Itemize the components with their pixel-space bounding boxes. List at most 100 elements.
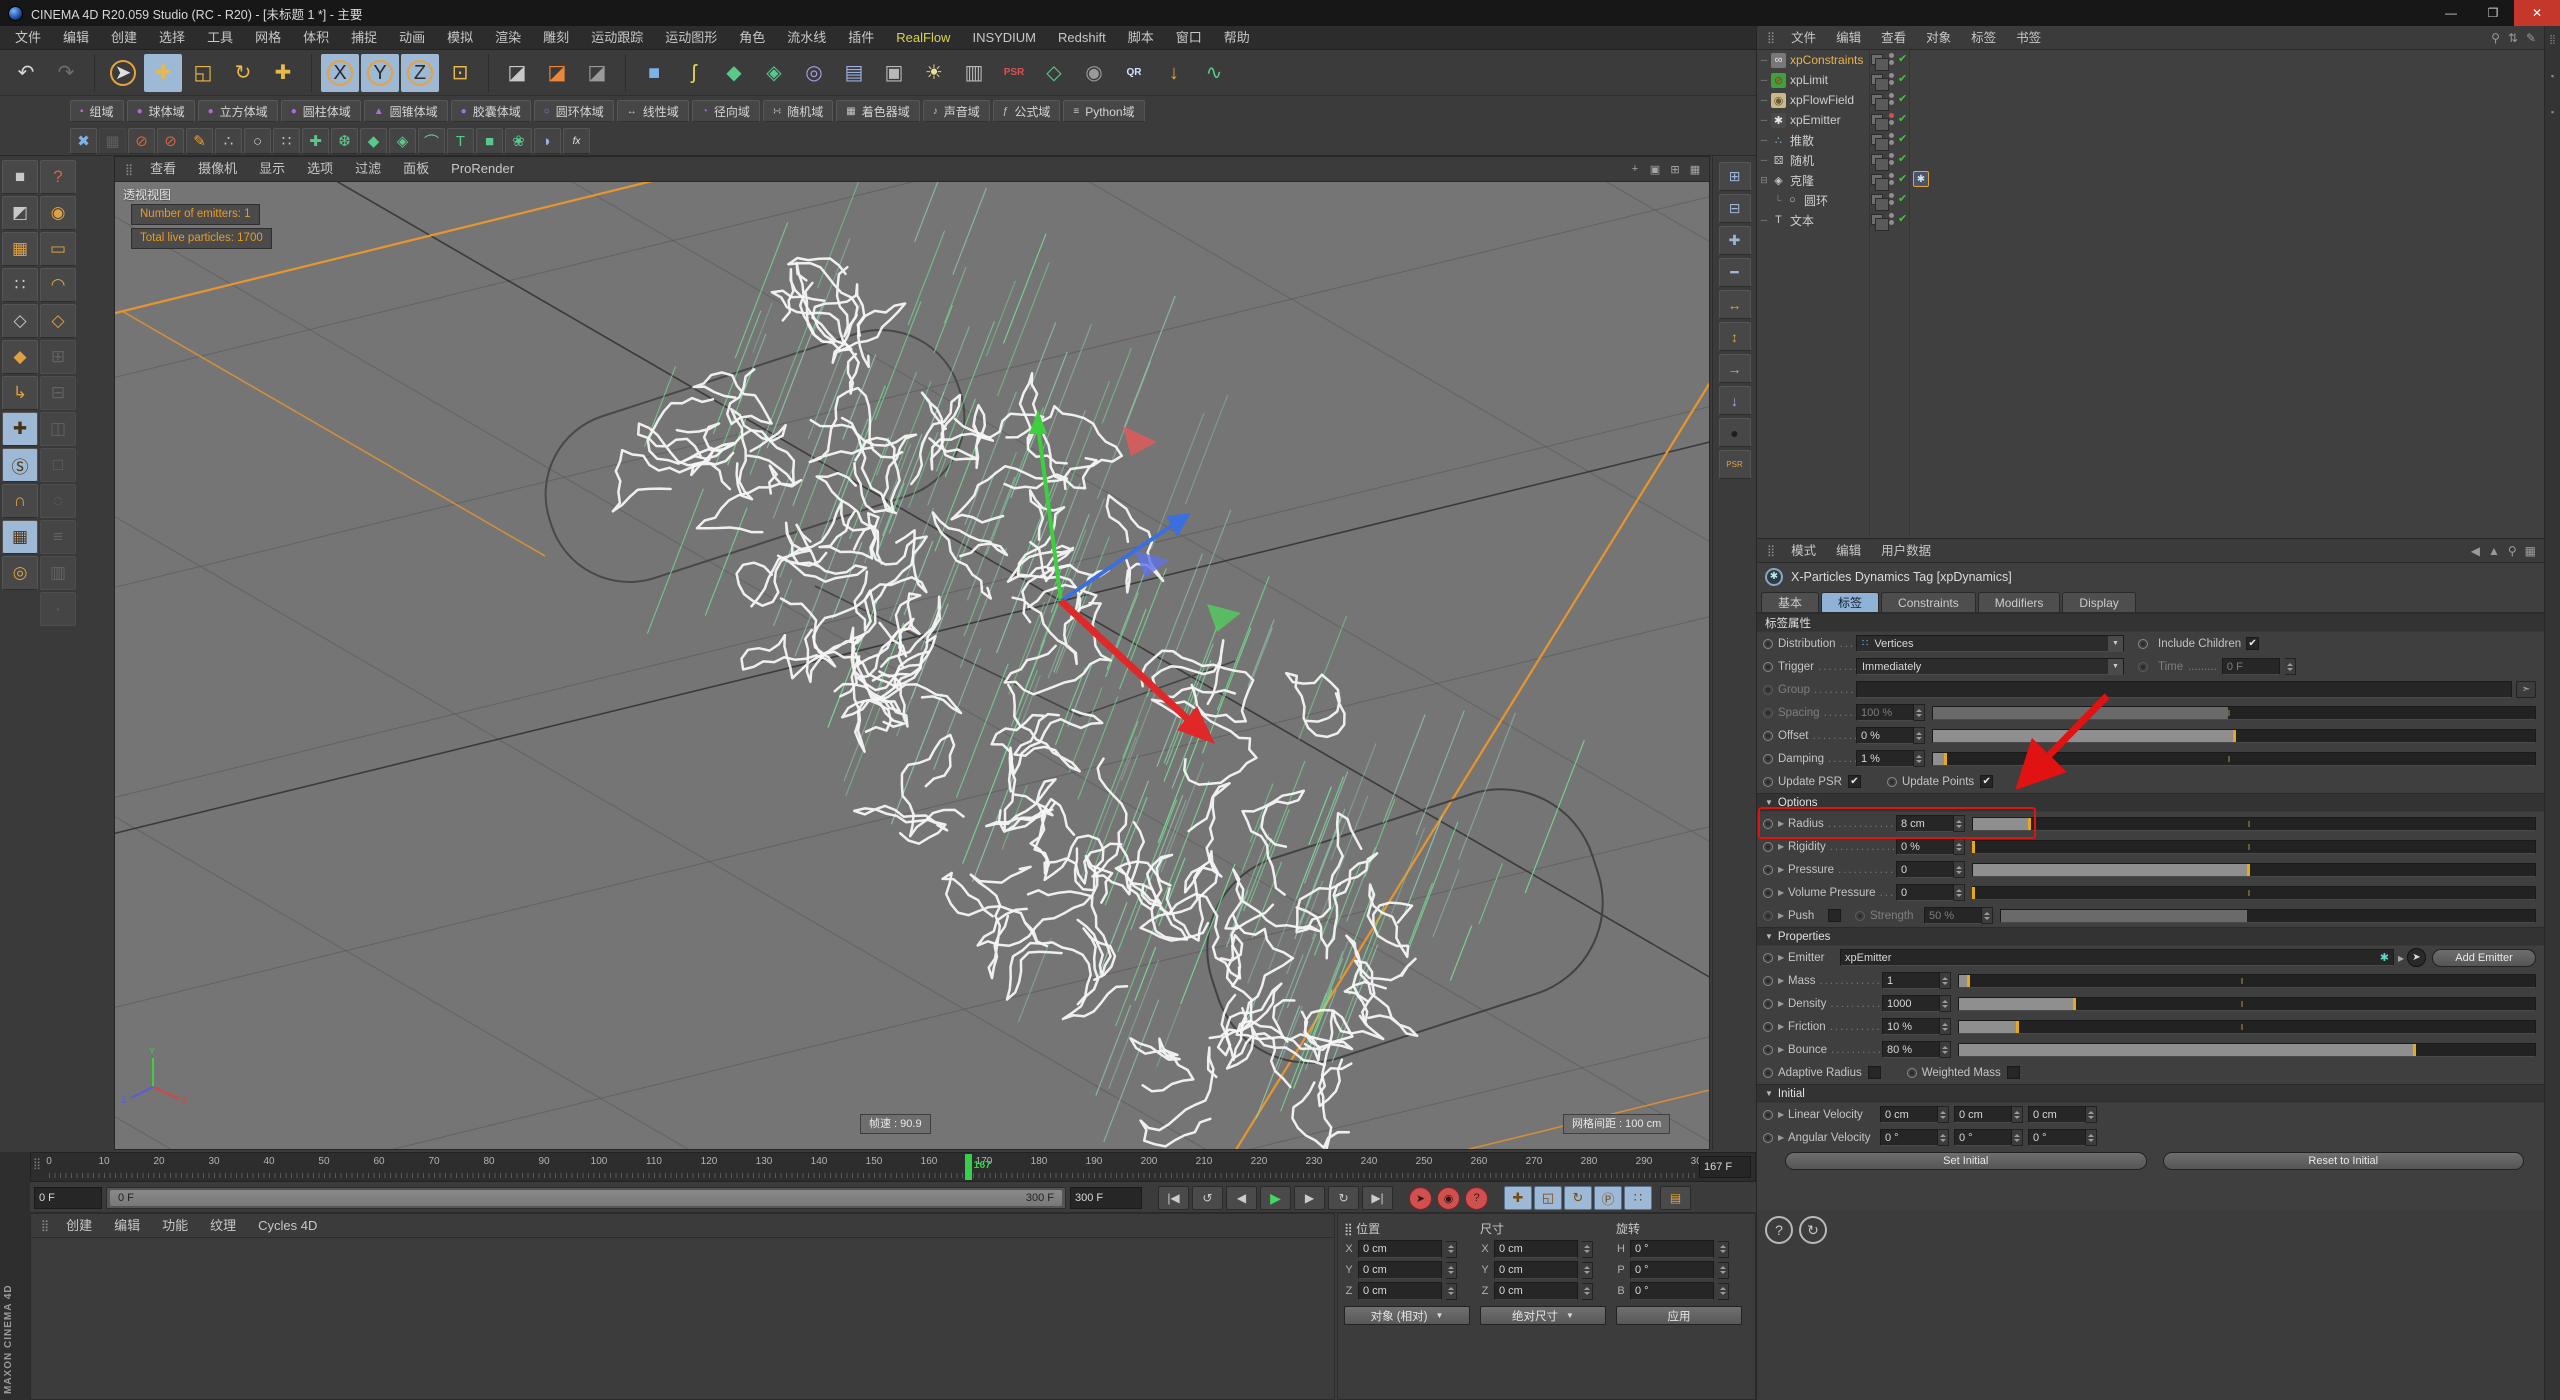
menu-item-22[interactable]: 帮助 (1213, 26, 1261, 50)
live-selection-icon[interactable]: ➤ (104, 54, 142, 92)
stepper-down[interactable] (1916, 760, 1922, 763)
menu-item-11[interactable]: 雕刻 (532, 26, 580, 50)
slider-handle[interactable] (1972, 841, 1975, 853)
workplane-rotate-icon[interactable]: ◎ (2, 556, 38, 590)
tweak-mode-icon[interactable]: ✚ (2, 412, 38, 446)
render-visibility-dot[interactable] (1889, 120, 1894, 125)
stepper-icon[interactable] (1582, 1262, 1593, 1279)
tab-0[interactable]: 基本 (1761, 592, 1819, 612)
coord-field[interactable]: 0 ° (1630, 1261, 1714, 1279)
layer-toggle-icon[interactable] (1871, 54, 1883, 65)
stepper-down[interactable] (1720, 1250, 1726, 1253)
stepper-down[interactable] (2088, 1139, 2094, 1142)
formula-field-button[interactable]: ƒ公式域 (993, 100, 1061, 122)
stepper-icon[interactable] (2012, 1106, 2023, 1123)
keys-move-h-icon[interactable]: ↔ (1719, 290, 1751, 319)
spline-pen-icon[interactable]: ʃ (675, 54, 713, 92)
visibility-dots[interactable] (1889, 113, 1894, 125)
stepper-down[interactable] (1584, 1292, 1590, 1295)
menu-item-16[interactable]: 插件 (837, 26, 885, 50)
help-circle-icon[interactable]: ? (1765, 1216, 1793, 1244)
animation-dot-icon[interactable] (1763, 1110, 1773, 1120)
scale-tool-icon[interactable]: ◱ (184, 54, 222, 92)
pressure-field[interactable]: 0 (1896, 861, 1954, 878)
visibility-dots[interactable] (1889, 213, 1894, 225)
sort-icon[interactable]: ⇅ (2508, 31, 2518, 45)
stepper-up[interactable] (1916, 709, 1922, 712)
animation-dot-icon[interactable] (1763, 1068, 1773, 1078)
go-to-end-button[interactable]: ▶| (1362, 1186, 1393, 1210)
enabled-check-icon[interactable]: ✔ (1898, 212, 1907, 225)
enabled-check-icon[interactable]: ✔ (1898, 152, 1907, 165)
object-row-6[interactable]: ⊟◈克隆✔✱ (1757, 170, 2544, 190)
disabled-tool-2-icon[interactable]: ⊟ (40, 376, 76, 410)
stepper-up[interactable] (1942, 1000, 1948, 1003)
play-button[interactable]: ▶ (1260, 1186, 1291, 1210)
bounce-slider[interactable] (1958, 1043, 2536, 1057)
enabled-check-icon[interactable]: ✔ (1898, 52, 1907, 65)
animation-dot-icon[interactable] (1763, 1133, 1773, 1143)
animation-dot-icon[interactable] (1763, 685, 1773, 695)
dock-handle-icon[interactable]: ▪ (2551, 107, 2554, 117)
material-menu-item-2[interactable]: 功能 (151, 1214, 199, 1238)
next-frame-button[interactable]: ▶ (1294, 1186, 1325, 1210)
back-icon[interactable]: ◀ (2471, 544, 2480, 558)
lock-x-axis-icon[interactable]: X (321, 54, 359, 92)
animation-dot-icon[interactable] (1855, 911, 1865, 921)
viewport-canvas[interactable]: YXZ 透视视图 Number of emitters: 1 Total liv… (115, 182, 1709, 1149)
coord-field[interactable]: 0 cm (1494, 1261, 1578, 1279)
vec-field-1[interactable]: 0 cm (1954, 1106, 2012, 1123)
xp-sail-tool[interactable]: ◗ (534, 128, 561, 154)
stepper-down[interactable] (1916, 714, 1922, 717)
layer-toggle-icon[interactable] (1871, 114, 1883, 125)
radial-field-button[interactable]: ◔径向域 (692, 100, 760, 122)
record-position-button[interactable]: ✚ (1504, 1186, 1532, 1210)
stepper-icon[interactable] (1982, 907, 1993, 924)
layer-toggle-icon[interactable] (1871, 214, 1883, 225)
editor-visibility-dot[interactable] (1889, 53, 1894, 58)
stepper-up[interactable] (1448, 1287, 1454, 1290)
object-row-2[interactable]: ─◉xpFlowField✔ (1757, 90, 2544, 110)
stepper-icon[interactable] (1718, 1241, 1729, 1258)
stepper-up[interactable] (2088, 1134, 2094, 1137)
psr-keys-icon[interactable]: PSR (1719, 450, 1751, 479)
picker-icon[interactable]: ➤ (2407, 948, 2426, 967)
polygons-mode-icon[interactable]: ◆ (2, 340, 38, 374)
viewport-menu-item-6[interactable]: ProRender (440, 157, 525, 181)
coord-field[interactable]: 0 cm (1494, 1240, 1578, 1258)
stepper-icon[interactable] (1954, 884, 1965, 901)
stepper-up[interactable] (1584, 1245, 1590, 1248)
track-grid-icon[interactable]: ⊟ (1719, 194, 1751, 223)
stepper-up[interactable] (2088, 1111, 2094, 1114)
radius-slider[interactable] (1972, 817, 2536, 831)
tab-3[interactable]: Modifiers (1978, 592, 2061, 612)
attr-row-0-2[interactable]: Group...................➣ (1757, 678, 2544, 701)
add-emitter-button[interactable]: Add Emitter (2432, 949, 2536, 967)
animation-dot-icon[interactable] (2138, 662, 2148, 672)
stepper-up[interactable] (2014, 1111, 2020, 1114)
stepper-down[interactable] (2014, 1116, 2020, 1119)
display-tag-icon[interactable]: ▥ (955, 54, 993, 92)
pressure-slider[interactable] (1972, 863, 2536, 877)
group-field-button[interactable]: ▪组域 (70, 100, 124, 122)
stepper-icon[interactable] (1954, 861, 1965, 878)
section-header-2[interactable]: ▼Properties (1757, 927, 2544, 946)
density-field[interactable]: 1000 (1882, 995, 1940, 1012)
editor-visibility-dot[interactable] (1889, 213, 1894, 218)
editor-visibility-dot[interactable] (1889, 173, 1894, 178)
animation-dot-icon[interactable] (1763, 911, 1773, 921)
stepper-down[interactable] (1916, 737, 1922, 740)
coord-field[interactable]: 0 cm (1358, 1282, 1442, 1300)
stepper-icon[interactable] (1940, 1041, 1951, 1058)
attr-row-0-3[interactable]: Spacing...................100 % (1757, 701, 2544, 724)
stepper-icon[interactable] (1446, 1283, 1457, 1300)
menu-item-2[interactable]: 创建 (100, 26, 148, 50)
points-mode-icon[interactable]: ∷ (2, 268, 38, 302)
move-tool-icon[interactable]: ✚ (144, 54, 182, 92)
stepper-up[interactable] (1956, 866, 1962, 869)
radius-field[interactable]: 8 cm (1896, 815, 1954, 832)
menu-item-20[interactable]: 脚本 (1117, 26, 1165, 50)
disabled-tool-3-icon[interactable]: ◫ (40, 412, 76, 446)
attr-row-0-5[interactable]: Damping...................1 % (1757, 747, 2544, 770)
edges-mode-icon[interactable]: ◇ (2, 304, 38, 338)
